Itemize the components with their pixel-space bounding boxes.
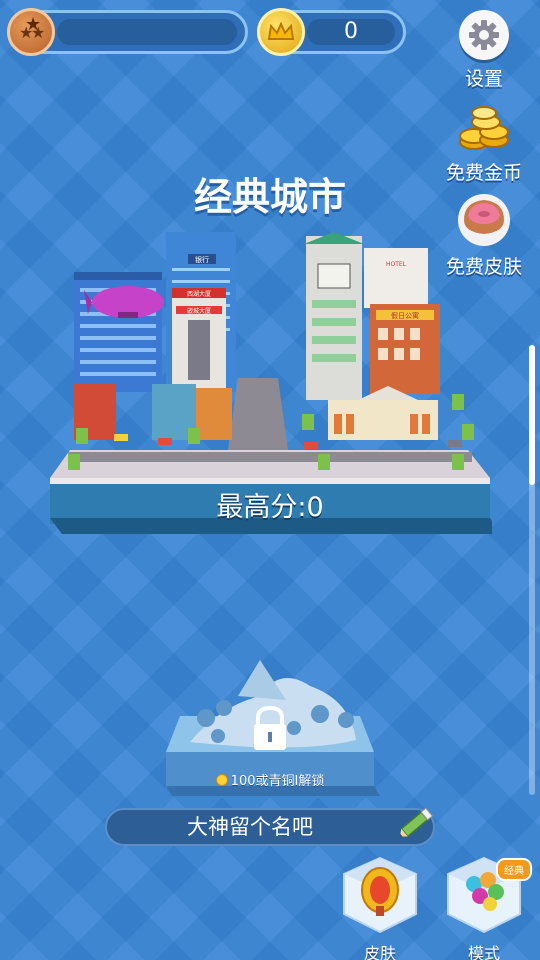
road — [228, 378, 288, 450]
white-tower-right — [364, 248, 428, 308]
hotel-sign-3: HOTEL — [386, 261, 407, 268]
ring-skin-icon — [343, 856, 417, 934]
coin-counter[interactable]: 0 — [257, 8, 406, 56]
unlock-requirement: 100或青铜I解锁 — [160, 770, 380, 789]
mode-tag: 经典 — [496, 858, 532, 881]
small-orange-building — [196, 388, 232, 440]
settings-label: 设置 — [464, 68, 503, 90]
rank-stars-icon: ★ ★ ★ — [7, 8, 55, 56]
hotel-column — [188, 320, 210, 380]
tower-roof — [74, 272, 162, 280]
rank-progress-bar[interactable]: ★ ★ ★ — [7, 8, 248, 56]
mode-label: 模式 — [467, 944, 500, 960]
player-name-input[interactable]: 大神留个名吧 — [105, 807, 435, 846]
scroll-thumb[interactable] — [529, 345, 535, 485]
clock-face — [317, 263, 351, 289]
blimp-gondola — [118, 312, 138, 318]
skin-label: 皮肤 — [363, 944, 396, 960]
mode-button[interactable]: 经典 模式 — [444, 856, 532, 960]
unlock-text: 100或青铜I解锁 — [230, 774, 325, 789]
platform-edge — [50, 478, 490, 484]
crown-coin-icon — [257, 8, 305, 56]
coin-stack-icon — [459, 106, 509, 150]
hotel-sign-1: 西湖大厦 — [187, 290, 211, 298]
street — [68, 452, 472, 462]
apartment-sign: 假日公寓 — [391, 311, 419, 320]
gear-icon — [459, 10, 509, 60]
coin-icon — [215, 774, 228, 786]
skin-button[interactable]: 皮肤 — [340, 856, 420, 960]
map-title: 经典城市 — [193, 175, 346, 219]
hotel-sign-2: 嵌城大厦 — [187, 307, 211, 315]
rank-progress-track — [57, 19, 237, 45]
player-name-placeholder: 大神留个名吧 — [187, 815, 313, 839]
pencil-icon[interactable] — [395, 802, 437, 844]
coin-value: 0 — [344, 19, 358, 44]
scrollbar[interactable] — [529, 345, 535, 795]
bank-sign: 银行 — [195, 255, 209, 264]
high-score: 最高分:0 — [216, 492, 324, 523]
museum — [328, 400, 438, 440]
settings-button[interactable]: 设置 — [436, 10, 532, 91]
